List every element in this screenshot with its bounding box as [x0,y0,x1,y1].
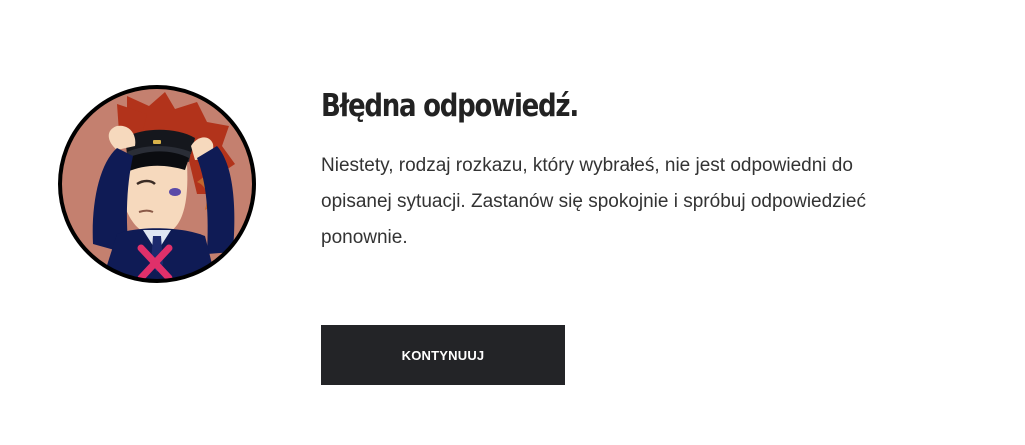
feedback-panel: Błędna odpowiedź. Niestety, rodzaj rozka… [0,0,1025,445]
page-title: Błędna odpowiedź. [321,88,579,124]
avatar [57,84,257,284]
wrong-answer-officer-icon [58,85,256,283]
feedback-message: Niestety, rodzaj rozkazu, który wybrałeś… [321,155,866,248]
continue-button[interactable]: KONTYNUUJ [321,325,565,385]
